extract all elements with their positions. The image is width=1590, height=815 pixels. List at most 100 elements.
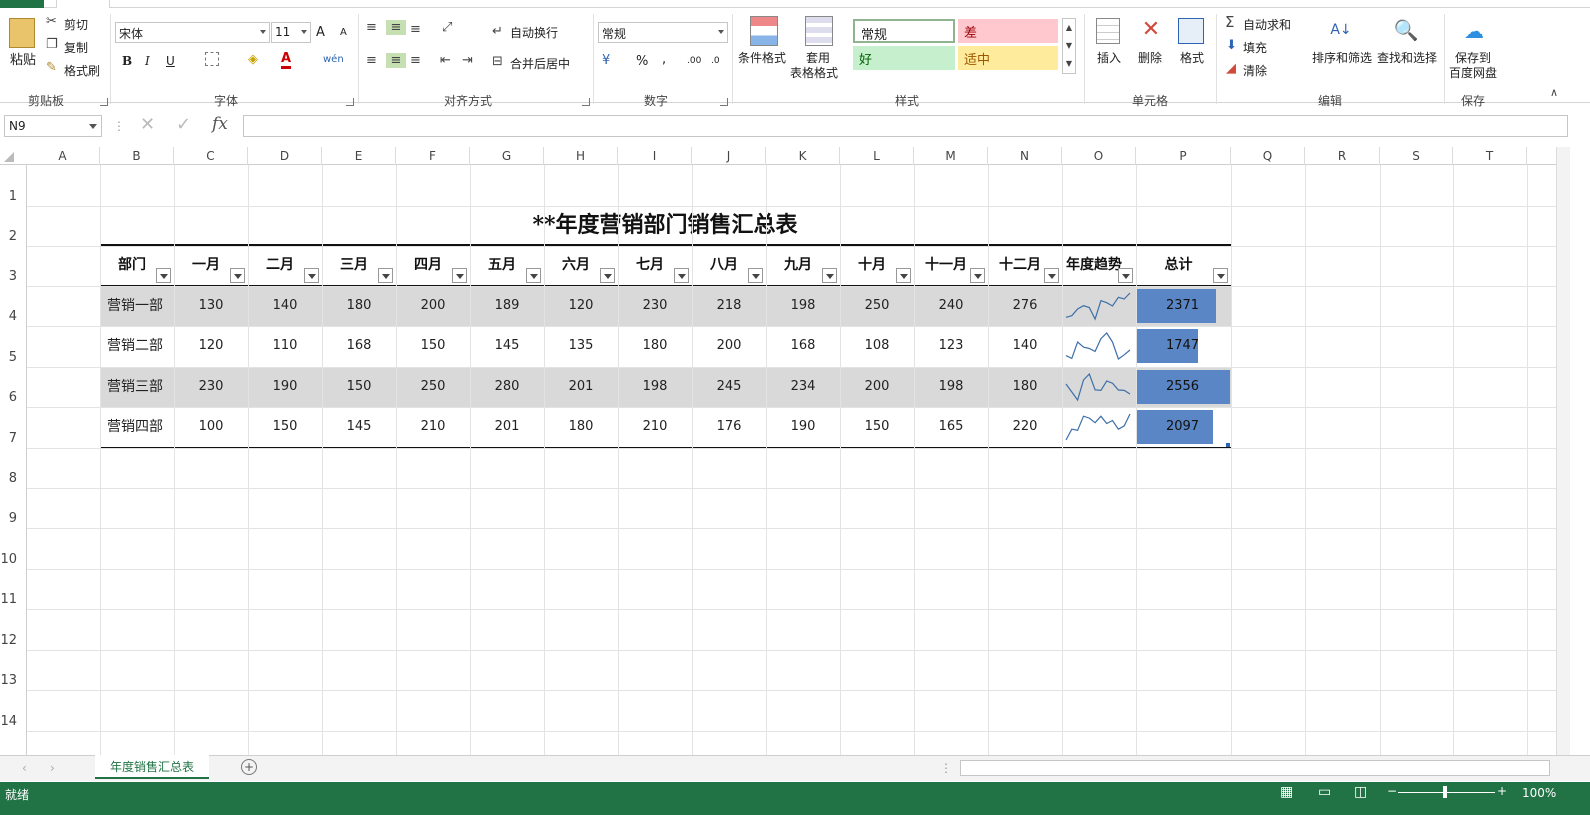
- filter-dropdown-icon[interactable]: [970, 268, 985, 283]
- value-cell[interactable]: 120: [544, 286, 618, 326]
- filter-dropdown-icon[interactable]: [1044, 268, 1059, 283]
- resize-handle-icon[interactable]: [1226, 443, 1230, 447]
- dept-cell[interactable]: 营销四部: [100, 407, 174, 447]
- table-title[interactable]: **年度营销部门销售汇总表: [100, 206, 1230, 244]
- column-header[interactable]: H: [544, 147, 618, 165]
- filter-dropdown-icon[interactable]: [378, 268, 393, 283]
- filter-dropdown-icon[interactable]: [748, 268, 763, 283]
- font-launcher-icon[interactable]: [346, 98, 354, 106]
- value-cell[interactable]: 200: [692, 326, 766, 366]
- row-header[interactable]: 9: [0, 511, 26, 527]
- conditional-format-icon[interactable]: [750, 16, 778, 46]
- column-header[interactable]: N: [988, 147, 1062, 165]
- row-header[interactable]: 4: [0, 309, 26, 325]
- find-select-icon[interactable]: 🔍: [1392, 16, 1420, 44]
- merge-center-button[interactable]: 合并后居中: [510, 55, 570, 72]
- trend-sparkline[interactable]: [1064, 412, 1132, 442]
- filter-dropdown-icon[interactable]: [822, 268, 837, 283]
- value-cell[interactable]: 245: [692, 367, 766, 407]
- value-cell[interactable]: 176: [692, 407, 766, 447]
- value-cell[interactable]: 168: [322, 326, 396, 366]
- bold-button[interactable]: B: [122, 54, 132, 68]
- column-header[interactable]: R: [1305, 147, 1380, 165]
- filter-dropdown-icon[interactable]: [1213, 268, 1228, 283]
- trend-sparkline[interactable]: [1064, 331, 1132, 361]
- style-normal[interactable]: 常规: [853, 19, 955, 43]
- value-cell[interactable]: 280: [470, 367, 544, 407]
- column-header[interactable]: B: [100, 147, 174, 165]
- value-cell[interactable]: 218: [692, 286, 766, 326]
- value-cell[interactable]: 168: [766, 326, 840, 366]
- row-header[interactable]: 2: [0, 229, 26, 245]
- value-cell[interactable]: 198: [766, 286, 840, 326]
- increase-indent-icon[interactable]: ⇥: [462, 53, 473, 68]
- number-format-select[interactable]: 常规: [598, 22, 728, 43]
- vertical-scrollbar[interactable]: [1556, 147, 1570, 755]
- value-cell[interactable]: 140: [248, 286, 322, 326]
- font-size-select[interactable]: 11: [271, 22, 311, 43]
- sort-filter-button[interactable]: 排序和筛选: [1312, 49, 1372, 66]
- value-cell[interactable]: 198: [618, 367, 692, 407]
- filter-dropdown-icon[interactable]: [600, 268, 615, 283]
- value-cell[interactable]: 145: [322, 407, 396, 447]
- normal-view-icon[interactable]: ▦: [1280, 784, 1293, 800]
- borders-icon[interactable]: [205, 52, 219, 66]
- total-cell[interactable]: 1747: [1137, 326, 1228, 366]
- value-cell[interactable]: 123: [914, 326, 988, 366]
- value-cell[interactable]: 189: [470, 286, 544, 326]
- total-cell[interactable]: 2097: [1137, 407, 1228, 447]
- row-header[interactable]: 8: [0, 471, 26, 487]
- page-break-icon[interactable]: ◫: [1354, 784, 1367, 800]
- align-left-icon[interactable]: ≡: [366, 53, 377, 68]
- value-cell[interactable]: 135: [544, 326, 618, 366]
- style-bad[interactable]: 差: [958, 19, 1058, 43]
- splitter-icon[interactable]: ⋮: [940, 761, 952, 775]
- total-cell[interactable]: 2371: [1137, 286, 1228, 326]
- currency-icon[interactable]: ¥: [602, 53, 610, 68]
- row-header[interactable]: 12: [0, 633, 26, 649]
- column-header[interactable]: A: [26, 147, 100, 165]
- filter-dropdown-icon[interactable]: [452, 268, 467, 283]
- zoom-level[interactable]: 100%: [1522, 786, 1556, 800]
- table-format-icon[interactable]: [805, 16, 833, 46]
- filter-dropdown-icon[interactable]: [156, 268, 171, 283]
- delete-cells-button[interactable]: 删除: [1138, 49, 1162, 66]
- table-format-line2[interactable]: 表格格式: [790, 64, 838, 81]
- decrease-indent-icon[interactable]: ⇤: [440, 53, 451, 68]
- zoom-in-icon[interactable]: +: [1497, 784, 1507, 798]
- value-cell[interactable]: 240: [914, 286, 988, 326]
- trend-sparkline[interactable]: [1064, 291, 1132, 321]
- value-cell[interactable]: 201: [544, 367, 618, 407]
- zoom-slider-thumb[interactable]: [1443, 786, 1447, 798]
- value-cell[interactable]: 108: [840, 326, 914, 366]
- total-cell[interactable]: 2556: [1137, 367, 1228, 407]
- clear-button[interactable]: 清除: [1243, 62, 1267, 79]
- italic-button[interactable]: I: [145, 54, 150, 68]
- value-cell[interactable]: 210: [618, 407, 692, 447]
- row-header[interactable]: 1: [0, 189, 26, 205]
- column-header[interactable]: O: [1062, 147, 1136, 165]
- dept-cell[interactable]: 营销一部: [100, 286, 174, 326]
- value-cell[interactable]: 180: [322, 286, 396, 326]
- value-cell[interactable]: 150: [840, 407, 914, 447]
- column-header[interactable]: P: [1136, 147, 1231, 165]
- filter-dropdown-icon[interactable]: [304, 268, 319, 283]
- row-header[interactable]: 11: [0, 592, 26, 608]
- filter-dropdown-icon[interactable]: [526, 268, 541, 283]
- value-cell[interactable]: 190: [248, 367, 322, 407]
- format-painter-button[interactable]: 格式刷: [64, 62, 100, 79]
- font-color-icon[interactable]: A: [281, 51, 292, 69]
- fill-color-icon[interactable]: ◈: [248, 52, 258, 67]
- value-cell[interactable]: 250: [840, 286, 914, 326]
- paste-icon[interactable]: [9, 18, 35, 48]
- row-header[interactable]: 3: [0, 269, 26, 285]
- value-cell[interactable]: 198: [914, 367, 988, 407]
- filter-dropdown-icon[interactable]: [896, 268, 911, 283]
- format-cells-button[interactable]: 格式: [1180, 49, 1204, 66]
- name-box[interactable]: N9: [4, 115, 102, 137]
- column-header[interactable]: L: [840, 147, 914, 165]
- row-header[interactable]: 10: [0, 552, 26, 568]
- horizontal-scrollbar[interactable]: [960, 760, 1550, 776]
- value-cell[interactable]: 110: [248, 326, 322, 366]
- column-header[interactable]: S: [1380, 147, 1453, 165]
